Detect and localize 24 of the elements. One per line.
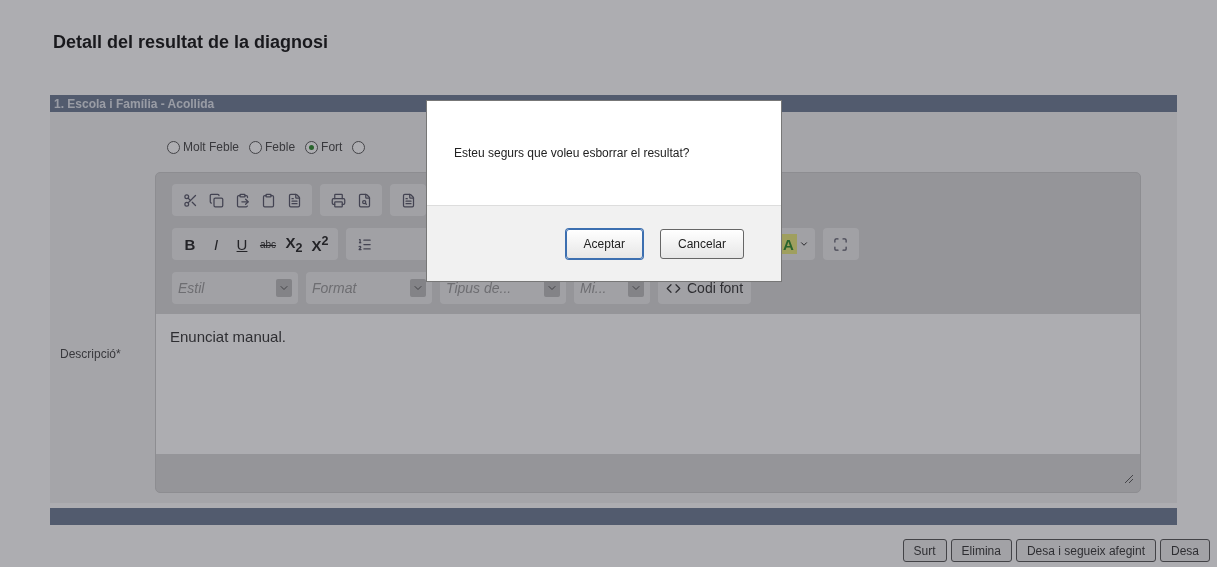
footer-button[interactable]: Desa i segueix afegint [1015, 539, 1156, 562]
format-button[interactable]: X$_{2}$ [282, 233, 306, 255]
caret-icon [276, 279, 292, 297]
page-title: Detall del resultat de la diagnosi [53, 32, 330, 53]
caret-icon [410, 279, 426, 297]
radio-option[interactable]: Fort [305, 140, 343, 154]
resize-handle-icon[interactable] [1124, 474, 1134, 484]
field-label: Descripció* [60, 347, 121, 361]
editor-text-area[interactable]: Enunciat manual. [156, 314, 1140, 454]
format-button[interactable]: I [204, 233, 228, 255]
format-button[interactable]: abc [256, 233, 280, 255]
radio-option[interactable]: Molt Feble [167, 140, 240, 154]
format-button[interactable]: X$^{2}$ [308, 233, 332, 255]
dialog-button[interactable]: Aceptar [565, 228, 643, 259]
radio-option[interactable]: Feble [249, 140, 296, 154]
footer-button[interactable]: Desa [1160, 539, 1210, 562]
caret-icon [798, 239, 809, 249]
footer-button[interactable]: Surt [902, 539, 947, 562]
format-button[interactable]: B [178, 233, 202, 255]
radio-option[interactable] [352, 140, 366, 154]
format-button[interactable]: U [230, 233, 254, 255]
dialog-message: Esteu segurs que voleu esborrar el resultat? [453, 145, 691, 162]
footer-button[interactable]: Elimina [950, 539, 1012, 562]
dialog-button[interactable]: Cancelar [659, 228, 744, 259]
